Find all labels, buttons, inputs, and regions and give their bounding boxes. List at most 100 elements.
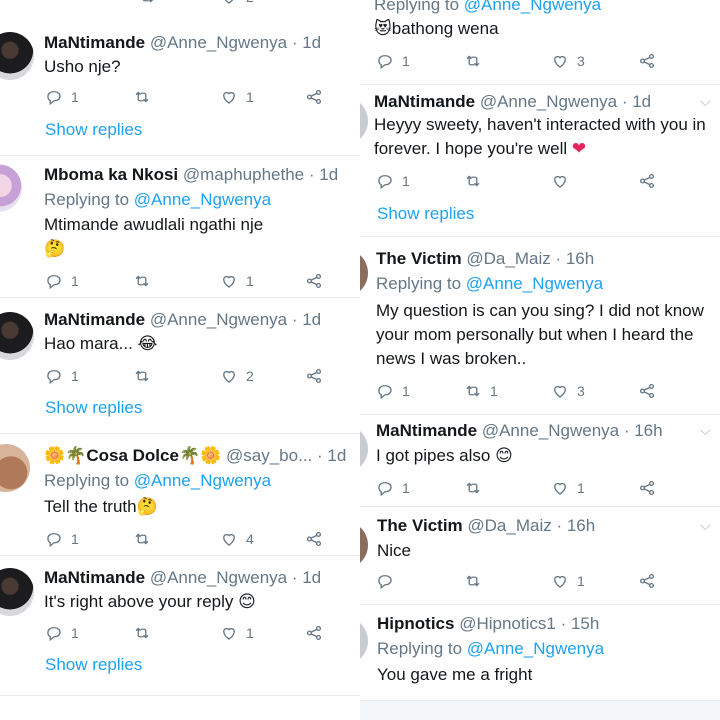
reply-button[interactable]: 1 bbox=[376, 382, 410, 400]
author-name[interactable]: MaNtimande bbox=[44, 310, 145, 329]
avatar[interactable] bbox=[360, 521, 368, 569]
mention-link[interactable]: @Anne_Ngwenya bbox=[466, 274, 603, 293]
reply-button[interactable]: 1 bbox=[376, 172, 410, 190]
tweet[interactable]: Replying to @Anne_Ngwenya 😻bathong wena … bbox=[360, 0, 720, 85]
retweet-button[interactable] bbox=[464, 172, 482, 190]
avatar[interactable] bbox=[0, 568, 34, 616]
share-button[interactable] bbox=[638, 572, 656, 590]
retweet-button[interactable] bbox=[138, 0, 156, 6]
reply-button[interactable]: 1 bbox=[45, 88, 79, 106]
retweet-button[interactable] bbox=[133, 624, 151, 642]
like-button[interactable]: 1 bbox=[220, 272, 254, 290]
avatar[interactable] bbox=[0, 312, 34, 360]
tweet-time[interactable]: · 16h bbox=[556, 516, 595, 535]
reply-button[interactable]: 1 bbox=[45, 530, 79, 548]
share-button[interactable] bbox=[638, 52, 656, 70]
mention-link[interactable]: @Anne_Ngwenya bbox=[134, 471, 271, 490]
tweet[interactable]: The Victim @Da_Maiz · 16h Replying to @A… bbox=[360, 237, 720, 415]
like-button[interactable]: 3 bbox=[551, 52, 585, 70]
reply-button[interactable] bbox=[376, 572, 394, 590]
share-button[interactable] bbox=[305, 624, 323, 642]
tweet-time[interactable]: · 16h bbox=[624, 421, 663, 440]
avatar[interactable] bbox=[360, 425, 368, 473]
author-name[interactable]: MaNtimande bbox=[44, 568, 145, 587]
author-handle[interactable]: @Hipnotics1 bbox=[459, 614, 556, 633]
author-handle[interactable]: @Anne_Ngwenya bbox=[480, 92, 617, 111]
like-button[interactable]: 3 bbox=[551, 382, 585, 400]
retweet-button[interactable]: 1 bbox=[464, 382, 498, 400]
tweet-time[interactable]: · 15h bbox=[561, 614, 600, 633]
retweet-button[interactable] bbox=[133, 88, 151, 106]
author-name[interactable]: Hipnotics bbox=[377, 614, 454, 633]
author-handle[interactable]: @Anne_Ngwenya bbox=[150, 568, 287, 587]
retweet-button[interactable] bbox=[464, 52, 482, 70]
reply-button[interactable]: 1 bbox=[45, 367, 79, 385]
tweet[interactable]: The Victim @Da_Maiz · 16h ⌵ Nice 1 bbox=[360, 507, 720, 605]
mention-link[interactable]: @Anne_Ngwenya bbox=[134, 190, 271, 209]
retweet-button[interactable] bbox=[133, 530, 151, 548]
retweet-button[interactable] bbox=[464, 572, 482, 590]
author-name[interactable]: MaNtimande bbox=[376, 421, 477, 440]
like-button[interactable]: 2 bbox=[220, 0, 254, 6]
author-handle[interactable]: @Da_Maiz bbox=[467, 516, 551, 535]
tweet[interactable]: Mboma ka Nkosi @maphuphethe · 1d Replyin… bbox=[0, 156, 360, 298]
avatar[interactable] bbox=[0, 164, 22, 212]
author-name[interactable]: Mboma ka Nkosi bbox=[44, 165, 178, 184]
author-handle[interactable]: @maphuphethe bbox=[183, 165, 304, 184]
show-replies-link[interactable]: Show replies bbox=[45, 120, 142, 140]
share-button[interactable] bbox=[305, 272, 323, 290]
reply-button[interactable]: 1 bbox=[45, 272, 79, 290]
like-button[interactable]: 4 bbox=[220, 530, 254, 548]
tweet[interactable]: MaNtimande @Anne_Ngwenya · 1d Usho nje? … bbox=[0, 18, 360, 156]
tweet-time[interactable]: · 1d bbox=[309, 165, 338, 184]
share-button[interactable] bbox=[638, 382, 656, 400]
share-button[interactable] bbox=[305, 367, 323, 385]
author-handle[interactable]: @Anne_Ngwenya bbox=[150, 33, 287, 52]
share-button[interactable] bbox=[305, 88, 323, 106]
author-handle[interactable]: @Da_Maiz bbox=[466, 249, 550, 268]
tweet-time[interactable]: · 1d bbox=[317, 446, 346, 465]
like-button[interactable]: 1 bbox=[220, 88, 254, 106]
show-replies-link[interactable]: Show replies bbox=[45, 655, 142, 675]
like-button[interactable]: 2 bbox=[220, 367, 254, 385]
share-button[interactable] bbox=[305, 530, 323, 548]
like-button[interactable]: 1 bbox=[220, 624, 254, 642]
retweet-button[interactable] bbox=[133, 367, 151, 385]
reply-button[interactable]: 1 bbox=[45, 624, 79, 642]
tweet[interactable]: MaNtimande @Anne_Ngwenya · 1d ⌵ Heyyy sw… bbox=[360, 85, 720, 237]
show-replies-link[interactable]: Show replies bbox=[377, 204, 474, 224]
author-handle[interactable]: @Anne_Ngwenya bbox=[150, 310, 287, 329]
tweet[interactable]: MaNtimande @Anne_Ngwenya · 1d Hao mara..… bbox=[0, 298, 360, 434]
author-name[interactable]: The Victim bbox=[377, 516, 463, 535]
avatar[interactable] bbox=[360, 249, 368, 297]
tweet-time[interactable]: · 1d bbox=[292, 310, 321, 329]
author-name[interactable]: The Victim bbox=[376, 249, 462, 268]
retweet-button[interactable] bbox=[464, 479, 482, 497]
share-button[interactable] bbox=[638, 479, 656, 497]
share-button[interactable] bbox=[638, 172, 656, 190]
author-handle[interactable]: @say_bo... bbox=[226, 446, 312, 465]
reply-button[interactable]: 1 bbox=[376, 479, 410, 497]
author-name[interactable]: Cosa Dolce bbox=[86, 446, 179, 465]
show-replies-link[interactable]: Show replies bbox=[45, 398, 142, 418]
avatar[interactable] bbox=[0, 32, 34, 80]
tweet-time[interactable]: · 16h bbox=[555, 249, 594, 268]
retweet-button[interactable] bbox=[133, 272, 151, 290]
tweet-time[interactable]: · 1d bbox=[622, 92, 651, 111]
avatar[interactable] bbox=[360, 617, 368, 665]
chevron-down-icon[interactable]: ⌵ bbox=[700, 93, 711, 110]
tweet[interactable]: MaNtimande @Anne_Ngwenya · 16h ⌵ I got p… bbox=[360, 415, 720, 507]
tweet[interactable]: Hipnotics @Hipnotics1 · 15h Replying to … bbox=[360, 605, 720, 700]
tweet[interactable]: MaNtimande @Anne_Ngwenya · 1d It's right… bbox=[0, 556, 360, 696]
tweet-time[interactable]: · 1d bbox=[292, 568, 321, 587]
tweet[interactable]: 🌼🌴Cosa Dolce🌴🌼 @say_bo... · 1d Replying … bbox=[0, 434, 360, 556]
like-button[interactable]: 1 bbox=[551, 572, 585, 590]
author-name[interactable]: MaNtimande bbox=[374, 92, 475, 111]
mention-link[interactable]: @Anne_Ngwenya bbox=[464, 0, 601, 14]
tweet-time[interactable]: · 1d bbox=[292, 33, 321, 52]
avatar[interactable] bbox=[360, 97, 368, 145]
reply-button[interactable]: 1 bbox=[376, 52, 410, 70]
author-name[interactable]: MaNtimande bbox=[44, 33, 145, 52]
chevron-down-icon[interactable]: ⌵ bbox=[700, 422, 711, 439]
mention-link[interactable]: @Anne_Ngwenya bbox=[467, 639, 604, 658]
